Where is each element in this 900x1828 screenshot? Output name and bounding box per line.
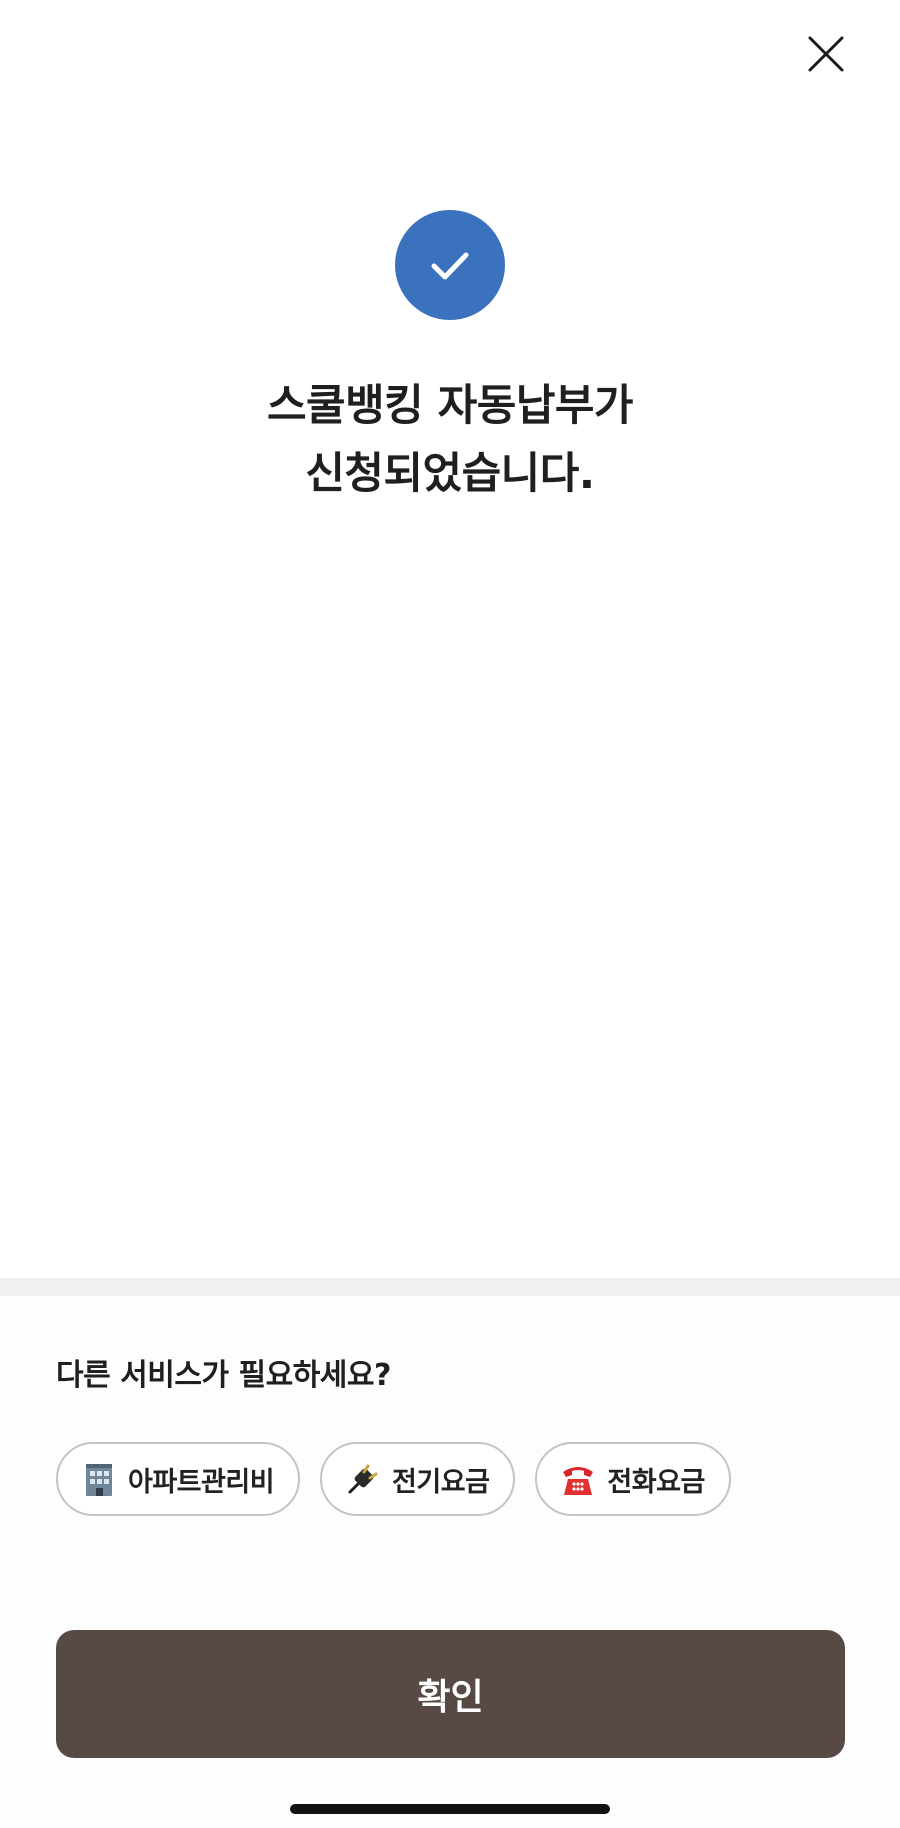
title-line-2: 신청되었습니다. (305, 449, 595, 499)
success-check-badge (395, 210, 505, 320)
close-icon (808, 36, 844, 72)
chip-label: 아파트관리비 (128, 1466, 275, 1498)
chip-phone-bill[interactable]: 전화요금 (535, 1442, 731, 1516)
plug-icon (344, 1460, 382, 1498)
title-line-1: 스쿨뱅킹 자동납부가 (266, 381, 634, 431)
telephone-icon (559, 1460, 597, 1498)
success-area: 스쿨뱅킹 자동납부가 신청되었습니다. (0, 0, 900, 1278)
building-icon (80, 1460, 118, 1498)
chip-label: 전화요금 (607, 1466, 705, 1498)
confirm-button[interactable]: 확인 (56, 1630, 845, 1758)
other-services-question: 다른 서비스가 필요하세요? (56, 1358, 391, 1393)
chip-apartment-fee[interactable]: 아파트관리비 (56, 1442, 301, 1516)
page-title: 스쿨뱅킹 자동납부가 신청되었습니다. (0, 372, 900, 508)
home-indicator (290, 1804, 610, 1814)
section-divider (0, 1278, 900, 1296)
close-button[interactable] (800, 28, 852, 80)
chip-electric-bill[interactable]: 전기요금 (320, 1442, 516, 1516)
check-icon (431, 252, 469, 280)
service-chip-list: 아파트관리비 전기요금 전화요금 (56, 1442, 731, 1516)
other-services-section: 다른 서비스가 필요하세요? 아파트관리비 전기요금 전화요금 확인 (0, 1296, 900, 1828)
chip-label: 전기요금 (392, 1466, 490, 1498)
